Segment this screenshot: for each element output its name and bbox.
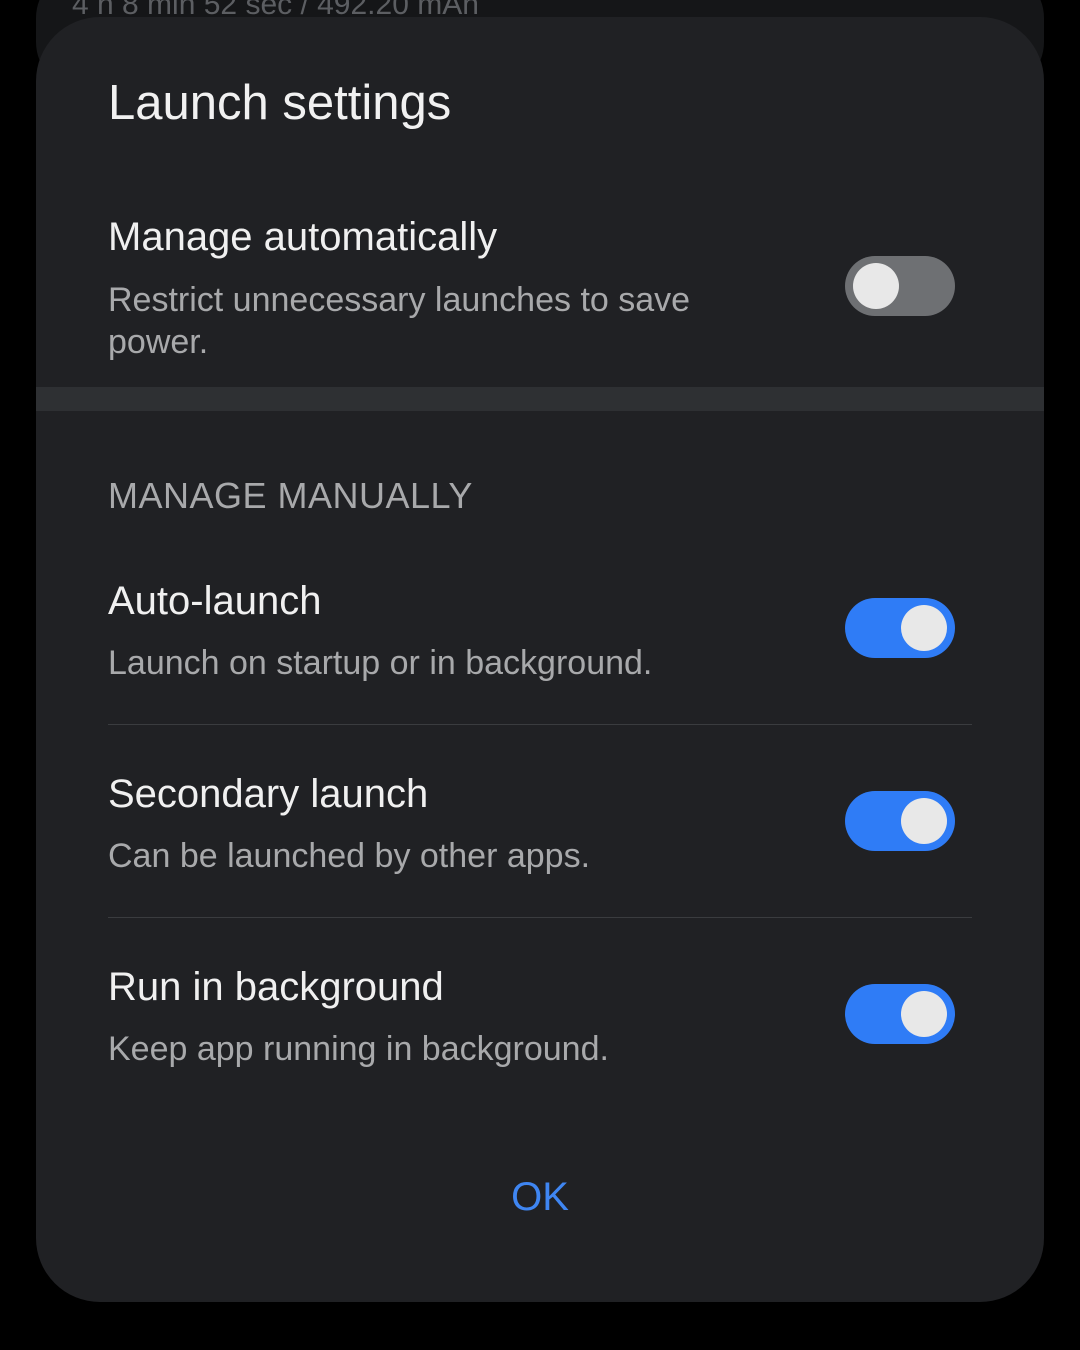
row-divider: [108, 724, 972, 725]
row-divider: [108, 917, 972, 918]
secondary-launch-description: Can be launched by other apps.: [108, 837, 591, 875]
auto-launch-toggle[interactable]: [845, 598, 955, 658]
toggle-knob: [901, 605, 947, 651]
auto-launch-description: Launch on startup or in background.: [108, 644, 653, 682]
run-in-background-label: Run in background: [108, 965, 444, 1009]
manage-automatically-description: Restrict unnecessary launches to save po…: [108, 281, 691, 361]
auto-launch-label: Auto-launch: [108, 579, 322, 623]
run-in-background-description: Keep app running in background.: [108, 1030, 609, 1068]
ok-button[interactable]: OK: [440, 1159, 640, 1235]
run-in-background-toggle[interactable]: [845, 984, 955, 1044]
secondary-launch-label: Secondary launch: [108, 772, 429, 816]
toggle-knob: [901, 798, 947, 844]
secondary-launch-toggle[interactable]: [845, 791, 955, 851]
section-separator: [36, 387, 1044, 411]
toggle-knob: [901, 991, 947, 1037]
manage-automatically-label: Manage automatically: [108, 215, 498, 259]
manage-manually-header: MANAGE MANUALLY: [108, 475, 473, 516]
launch-settings-dialog: Launch settings Manage automatically Res…: [36, 17, 1044, 1302]
toggle-knob: [853, 263, 899, 309]
manage-automatically-toggle[interactable]: [845, 256, 955, 316]
dialog-title: Launch settings: [108, 76, 452, 130]
